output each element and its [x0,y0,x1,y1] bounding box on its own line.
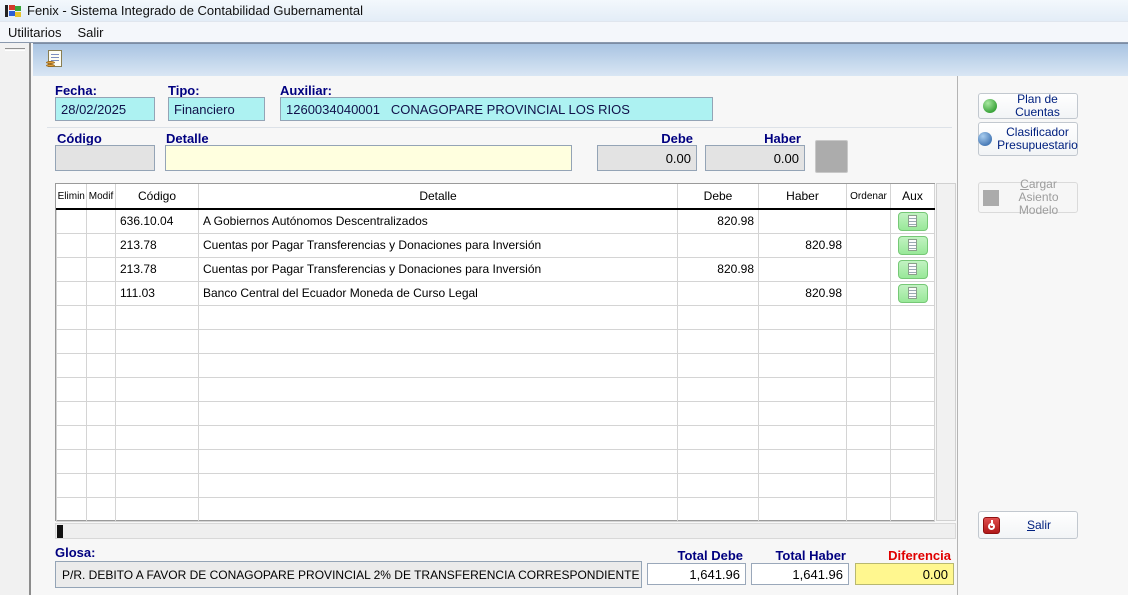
debe-input[interactable]: 0.00 [597,145,697,171]
table-row-empty[interactable] [57,473,935,497]
entries-grid: Elimin Modif Código Detalle Debe Haber O… [55,183,935,521]
left-collapsed-panel[interactable] [0,43,31,595]
grid-header-row: Elimin Modif Código Detalle Debe Haber O… [57,184,935,209]
menu-utilitarios[interactable]: Utilitarios [0,23,69,42]
table-row-empty[interactable] [57,329,935,353]
scrollbar-thumb[interactable] [57,525,63,538]
app-icon [5,4,21,18]
table-row[interactable]: 213.78 Cuentas por Pagar Transferencias … [57,257,935,281]
table-row-empty[interactable] [57,377,935,401]
cargar-asiento-icon [983,190,999,206]
add-line-button[interactable] [815,140,848,173]
content-divider [957,76,958,595]
total-haber-label: Total Haber [751,548,846,563]
plan-de-cuentas-icon [983,99,997,113]
table-row-empty[interactable] [57,401,935,425]
table-row-empty[interactable] [57,449,935,473]
detalle-label: Detalle [166,131,209,146]
tipo-field[interactable]: Financiero [168,97,265,121]
aux-button[interactable] [898,260,928,279]
clasificador-icon [978,132,992,146]
title-bar: Fenix - Sistema Integrado de Contabilida… [0,0,1128,22]
table-row[interactable]: 636.10.04 A Gobiernos Autónomos Descentr… [57,209,935,233]
aux-button[interactable] [898,236,928,255]
glosa-label: Glosa: [55,545,95,560]
auxiliar-field[interactable]: 1260034040001 CONAGOPARE PROVINCIAL LOS … [280,97,713,121]
debe-label: Debe [597,131,693,146]
salir-button[interactable]: Salir [978,511,1078,539]
aux-button[interactable] [898,212,928,231]
panel-grip[interactable] [5,48,25,51]
aux-icon [908,239,917,251]
new-entry-button[interactable] [45,48,69,72]
separator-line [47,127,952,128]
col-aux: Aux [891,184,935,209]
codigo-input[interactable] [55,145,155,171]
coins-icon [46,60,55,69]
col-haber: Haber [759,184,847,209]
table-row[interactable]: 213.78 Cuentas por Pagar Transferencias … [57,233,935,257]
total-debe-field: 1,641.96 [647,563,746,585]
vertical-scrollbar[interactable] [936,183,956,521]
total-haber-field: 1,641.96 [751,563,849,585]
col-detalle: Detalle [199,184,678,209]
table-row-empty[interactable] [57,353,935,377]
salir-icon [983,517,1000,534]
plan-de-cuentas-button[interactable]: Plan de Cuentas [978,93,1078,119]
table-row-empty[interactable] [57,425,935,449]
table-row-empty[interactable] [57,497,935,521]
menu-salir[interactable]: Salir [69,23,111,42]
window-title: Fenix - Sistema Integrado de Contabilida… [27,3,363,18]
clasificador-presupuestario-button[interactable]: ClasificadorPresupuestario [978,122,1078,156]
tipo-label: Tipo: [168,83,200,98]
col-debe: Debe [678,184,759,209]
aux-icon [908,215,917,227]
aux-icon [908,287,917,299]
toolbar [33,43,1128,76]
table-row-empty[interactable] [57,305,935,329]
detalle-input[interactable] [165,145,572,171]
haber-label: Haber [705,131,801,146]
cargar-asiento-modelo-button[interactable]: Cargar AsientoModelo [978,182,1078,213]
auxiliar-label: Auxiliar: [280,83,332,98]
app-window: Fenix - Sistema Integrado de Contabilida… [0,0,1128,595]
menu-bar: Utilitarios Salir [0,22,1128,43]
total-debe-label: Total Debe [647,548,743,563]
haber-input[interactable]: 0.00 [705,145,805,171]
horizontal-scrollbar[interactable] [55,523,956,539]
fecha-field[interactable]: 28/02/2025 [55,97,155,121]
col-ordenar: Ordenar [847,184,891,209]
aux-button[interactable] [898,284,928,303]
table-row[interactable]: 111.03 Banco Central del Ecuador Moneda … [57,281,935,305]
col-codigo: Código [116,184,199,209]
diferencia-label: Diferencia [855,548,951,563]
aux-icon [908,263,917,275]
col-elimin: Elimin [57,184,87,209]
diferencia-field: 0.00 [855,563,954,585]
col-modif: Modif [87,184,116,209]
codigo-label: Código [57,131,102,146]
glosa-input[interactable]: P/R. DEBITO A FAVOR DE CONAGOPARE PROVIN… [55,561,642,588]
fecha-label: Fecha: [55,83,97,98]
